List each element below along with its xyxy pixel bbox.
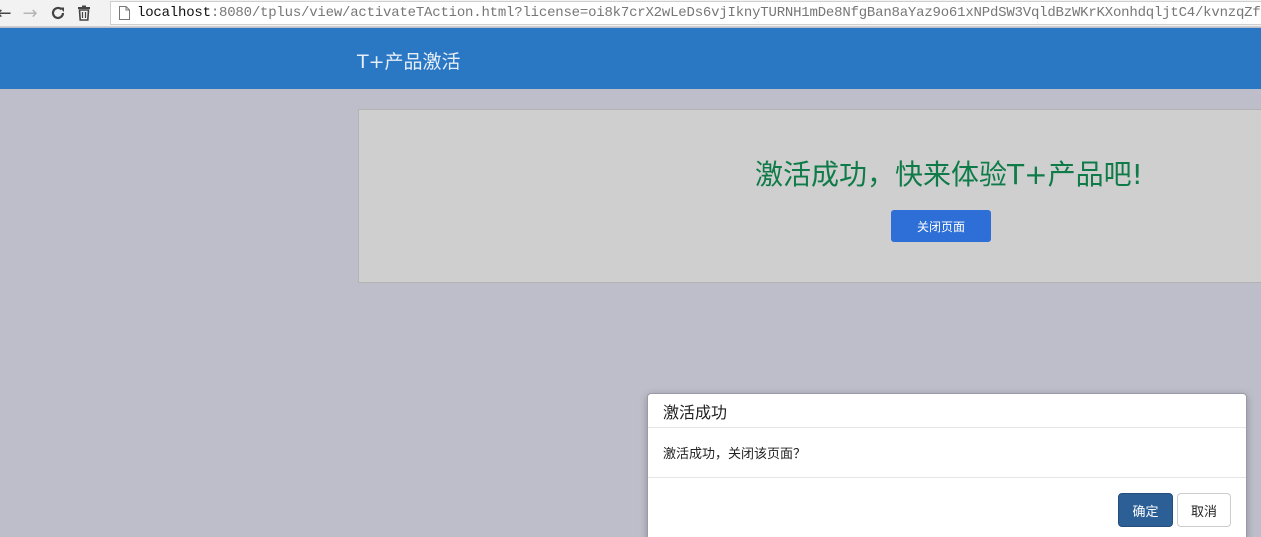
forward-icon[interactable]: →: [18, 0, 42, 27]
activation-panel: 激活成功，快来体验T+产品吧! 关闭页面: [358, 109, 1261, 283]
page-title: T+产品激活: [357, 51, 461, 73]
success-message: 激活成功，快来体验T+产品吧!: [755, 158, 1143, 191]
url-host: localhost: [137, 5, 211, 21]
dialog-header: 激活成功: [648, 394, 1246, 428]
confirm-button[interactable]: 确定: [1118, 493, 1173, 527]
app-header: T+产品激活: [0, 28, 1261, 89]
close-page-button[interactable]: 关闭页面: [891, 210, 991, 242]
reload-icon[interactable]: [46, 0, 70, 27]
dialog-body: 激活成功，关闭该页面？: [648, 428, 1246, 478]
dialog-message: 激活成功，关闭该页面？: [663, 447, 807, 462]
url-path: :8080/tplus/view/activateTAction.html?li…: [210, 5, 1261, 21]
cancel-button[interactable]: 取消: [1177, 493, 1231, 527]
dialog-footer: 确定 取消: [648, 478, 1246, 537]
address-bar[interactable]: localhost:8080/tplus/view/activateTActio…: [110, 1, 1261, 25]
trash-icon[interactable]: [72, 0, 96, 27]
url-text[interactable]: localhost:8080/tplus/view/activateTActio…: [137, 5, 1261, 21]
browser-toolbar: ← → localhost:8080/tplus/view/activateTA…: [0, 0, 1261, 27]
page-icon: [119, 6, 130, 20]
confirm-dialog: 激活成功 激活成功，关闭该页面？ 确定 取消: [647, 393, 1247, 537]
back-icon[interactable]: ←: [0, 0, 12, 27]
dialog-title: 激活成功: [663, 402, 728, 422]
